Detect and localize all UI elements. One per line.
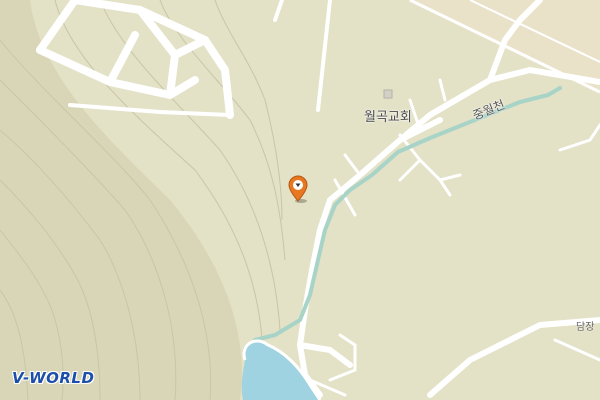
road-label: 담장: [576, 322, 595, 333]
poi-label-church[interactable]: 월곡교회: [364, 106, 412, 125]
reservoir: [241, 340, 320, 400]
minor-roads: [68, 0, 332, 117]
church-poi-icon: [383, 89, 393, 99]
vworld-logo[interactable]: V-WORLD: [12, 369, 94, 387]
location-pin-icon[interactable]: [287, 175, 311, 205]
stream-line: [253, 86, 562, 342]
map-canvas[interactable]: 월곡교회 중월천 담장 V-WORLD: [0, 0, 600, 400]
